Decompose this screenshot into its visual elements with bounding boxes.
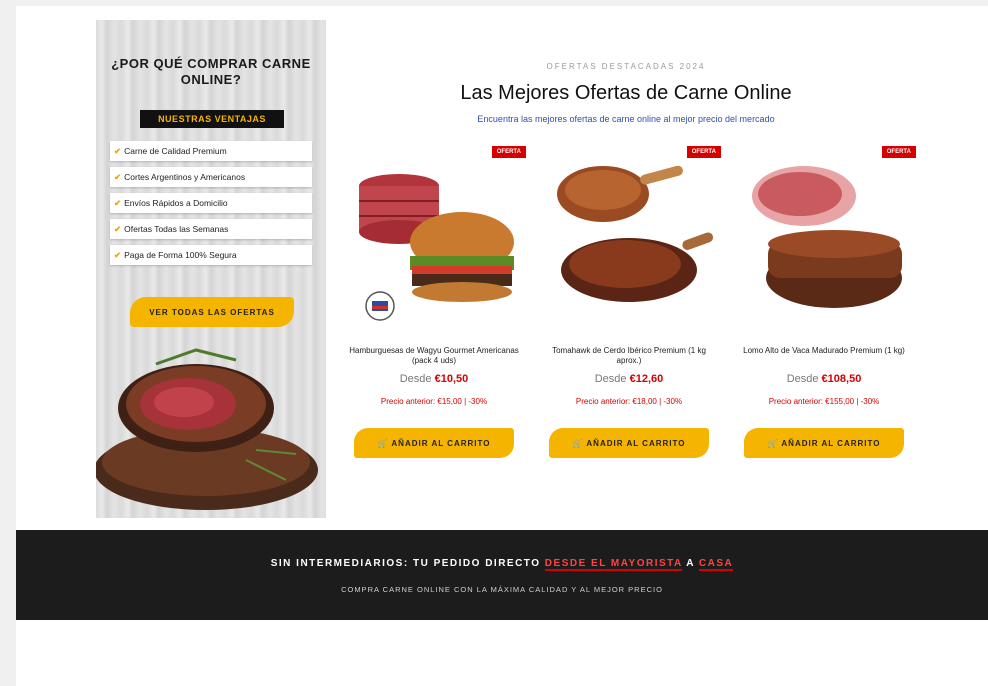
- page: ¿Por qué comprar carne online? NUESTRAS …: [16, 6, 988, 686]
- band-highlight: DESDE EL MAYORISTA: [544, 558, 683, 571]
- band-highlight: CASA: [698, 558, 734, 571]
- promo-badge: NUESTRAS VENTAJAS: [140, 110, 284, 128]
- benefit-item: ✔ Envíos Rápidos a Domicilio: [110, 193, 312, 213]
- section-eyebrow: OFERTAS DESTACADAS 2024: [546, 62, 706, 71]
- price-amount: €108,50: [821, 373, 862, 385]
- benefit-item: ✔ Carne de Calidad Premium: [110, 141, 312, 161]
- product-image[interactable]: [734, 146, 914, 326]
- promo-banner: ¿Por qué comprar carne online? NUESTRAS …: [96, 20, 326, 518]
- add-to-cart-label: AÑADIR AL CARRITO: [391, 438, 491, 448]
- price-label: Desde: [594, 373, 627, 385]
- product-saving: Precio anterior: €155,00 | -30%: [768, 397, 880, 406]
- cart-icon: 🛒: [377, 438, 392, 448]
- check-icon: ✔: [114, 198, 122, 208]
- benefit-label: Cortes Argentinos y Americanos: [124, 172, 246, 182]
- benefit-item: ✔ Ofertas Todas las Semanas: [110, 219, 312, 239]
- add-to-cart-label: AÑADIR AL CARRITO: [781, 438, 881, 448]
- price-label: Desde: [399, 373, 432, 385]
- benefit-item: ✔ Paga de Forma 100% Segura: [110, 245, 312, 265]
- price-amount: €10,50: [434, 373, 469, 385]
- check-icon: ✔: [114, 172, 122, 182]
- product-name[interactable]: Lomo Alto de Vaca Madurado Premium (1 kg…: [734, 346, 914, 356]
- section-tagline: Encuentra las mejores ofertas de carne o…: [477, 114, 775, 124]
- benefit-label: Envíos Rápidos a Domicilio: [124, 198, 228, 208]
- benefits-list: ✔ Carne de Calidad Premium ✔ Cortes Argent…: [110, 141, 312, 271]
- benefit-label: Paga de Forma 100% Segura: [124, 250, 237, 260]
- product-price: Desde €10,50: [344, 373, 524, 385]
- add-to-cart-button[interactable]: 🛒 AÑADIR AL CARRITO: [549, 428, 709, 458]
- add-to-cart-button[interactable]: 🛒 AÑADIR AL CARRITO: [354, 428, 514, 458]
- benefit-label: Carne de Calidad Premium: [124, 146, 227, 156]
- check-icon: ✔: [114, 250, 122, 260]
- view-offers-button[interactable]: VER TODAS LAS OFERTAS: [130, 297, 294, 327]
- price-label: Desde: [786, 373, 819, 385]
- product-image[interactable]: [344, 146, 524, 326]
- steak-image: [96, 348, 318, 510]
- check-icon: ✔: [114, 146, 122, 156]
- band-headline-text: A: [682, 558, 699, 569]
- product-saving: Precio anterior: €15,00 | -30%: [380, 397, 488, 406]
- product-price: Desde €108,50: [734, 373, 914, 385]
- product-card[interactable]: OFERTA Hamburguesas de Wagyu Gourmet Ame…: [344, 146, 526, 466]
- benefit-item: ✔ Cortes Argentinos y Americanos: [110, 167, 312, 187]
- promo-band: SIN INTERMEDIARIOS: TU PEDIDO DIRECTO DE…: [16, 530, 988, 620]
- product-name[interactable]: Hamburguesas de Wagyu Gourmet Americanas…: [344, 346, 524, 366]
- sale-badge: OFERTA: [686, 146, 721, 158]
- product-card[interactable]: OFERTA Lomo Alto de Vaca Madurado Premiu…: [734, 146, 916, 466]
- benefit-label: Ofertas Todas las Semanas: [124, 224, 229, 234]
- page-title: Las Mejores Ofertas de Carne Online: [460, 82, 792, 104]
- product-saving: Precio anterior: €18,00 | -30%: [575, 397, 683, 406]
- band-headline-text: SIN INTERMEDIARIOS: TU PEDIDO DIRECTO: [270, 558, 545, 569]
- add-to-cart-button[interactable]: 🛒 AÑADIR AL CARRITO: [744, 428, 904, 458]
- cart-icon: 🛒: [767, 438, 782, 448]
- sale-badge: OFERTA: [491, 146, 526, 158]
- band-subtext: COMPRA CARNE ONLINE CON LA MÁXIMA CALIDA…: [341, 585, 663, 594]
- promo-title: ¿Por qué comprar carne online?: [111, 56, 311, 87]
- sale-badge: OFERTA: [881, 146, 916, 158]
- add-to-cart-label: AÑADIR AL CARRITO: [586, 438, 686, 448]
- product-price: Desde €12,60: [539, 373, 719, 385]
- product-card[interactable]: OFERTA Tomahawk de Cerdo Ibérico Premium…: [539, 146, 721, 466]
- product-image[interactable]: [539, 146, 719, 326]
- product-name[interactable]: Tomahawk de Cerdo Ibérico Premium (1 kg …: [539, 346, 719, 366]
- check-icon: ✔: [114, 224, 122, 234]
- cart-icon: 🛒: [572, 438, 587, 448]
- band-headline: SIN INTERMEDIARIOS: TU PEDIDO DIRECTO DE…: [16, 558, 988, 571]
- price-amount: €12,60: [629, 373, 664, 385]
